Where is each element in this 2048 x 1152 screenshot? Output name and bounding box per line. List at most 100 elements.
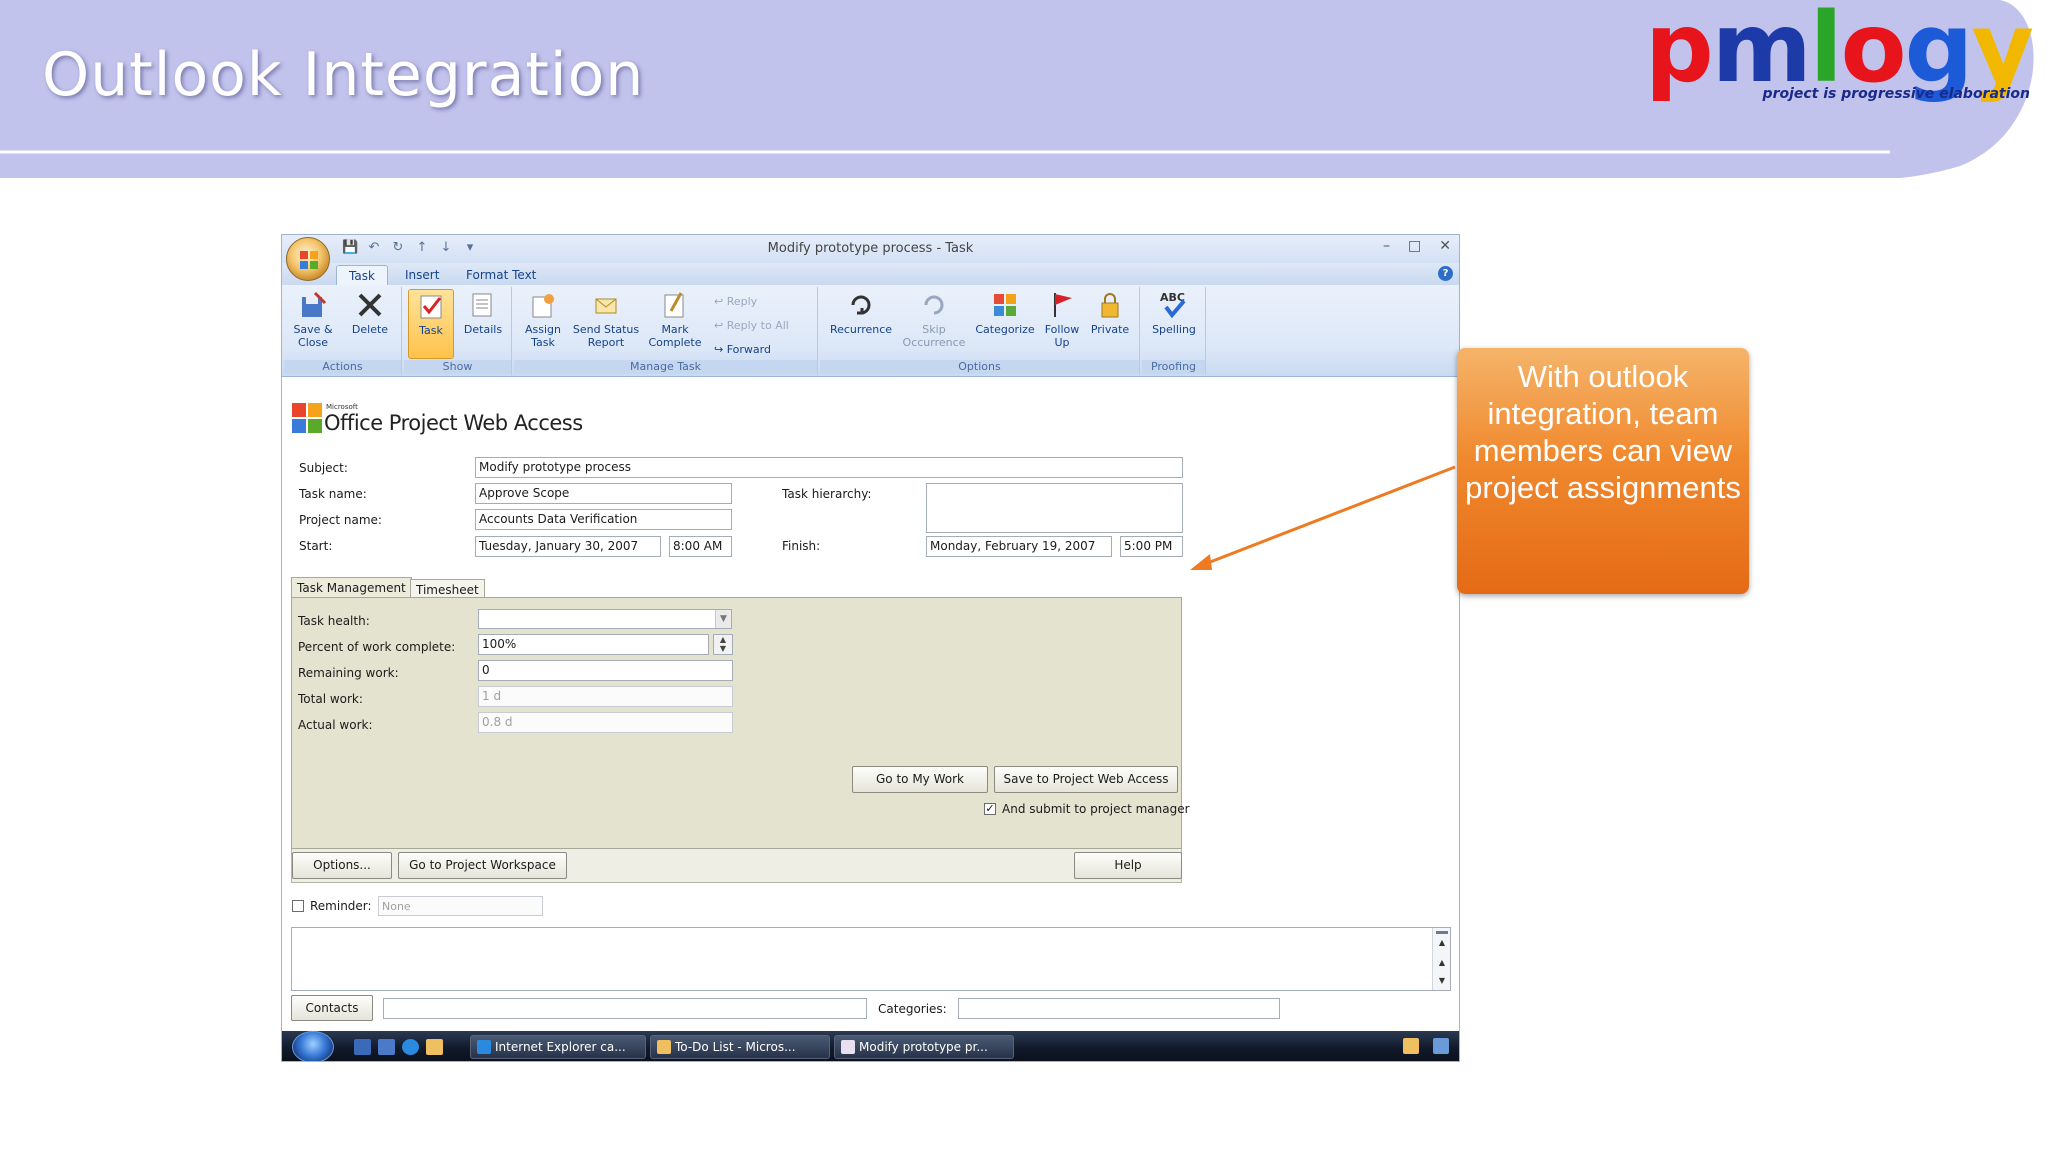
options-button[interactable]: Options... bbox=[292, 852, 392, 879]
show-task-label: Task bbox=[419, 324, 443, 337]
go-to-project-workspace-button[interactable]: Go to Project Workspace bbox=[398, 852, 567, 879]
maximize-icon[interactable]: □ bbox=[1408, 238, 1421, 254]
show-desktop-icon[interactable] bbox=[354, 1039, 371, 1055]
contacts-field[interactable] bbox=[383, 998, 867, 1019]
ribbon: Save & Close Delete Actions Task Details bbox=[282, 285, 1459, 377]
details-button[interactable]: Details bbox=[458, 289, 508, 336]
notes-scrollbar[interactable]: ▲ ▲ ▼ bbox=[1432, 928, 1450, 990]
go-to-my-work-button[interactable]: Go to My Work bbox=[852, 766, 988, 793]
task-small-icon bbox=[841, 1040, 855, 1054]
tab-insert[interactable]: Insert bbox=[393, 265, 451, 285]
windows-taskbar: Internet Explorer ca... To-Do List - Mic… bbox=[282, 1031, 1459, 1061]
reply-all-button[interactable]: ↩ Reply to All bbox=[714, 319, 789, 332]
scroll-down-icon[interactable]: ▼ bbox=[1433, 976, 1451, 985]
taskbar-item-label: Internet Explorer ca... bbox=[495, 1040, 626, 1054]
follow-up-button[interactable]: Follow Up bbox=[1038, 289, 1086, 349]
ribbon-tabs: Task Insert Format Text ? bbox=[282, 263, 1459, 285]
categorize-icon bbox=[994, 294, 1016, 316]
finish-date-field[interactable]: Monday, February 19, 2007 bbox=[926, 536, 1112, 557]
outlook-task-window: 💾 ↶ ↻ ↑ ↓ ▾ Modify prototype process - T… bbox=[281, 234, 1460, 1062]
tab-format-text[interactable]: Format Text bbox=[454, 265, 548, 285]
notes-area[interactable]: ▲ ▲ ▼ bbox=[291, 927, 1451, 991]
help-button[interactable]: Help bbox=[1074, 852, 1182, 879]
assign-task-button[interactable]: Assign Task bbox=[518, 289, 568, 349]
task-name-field[interactable]: Approve Scope bbox=[475, 483, 732, 504]
group-label-options: Options bbox=[820, 360, 1139, 374]
show-task-button[interactable]: Task bbox=[408, 289, 454, 359]
tab-task[interactable]: Task bbox=[336, 265, 388, 285]
delete-label: Delete bbox=[351, 323, 389, 336]
total-work-label: Total work: bbox=[298, 692, 363, 706]
help-icon[interactable]: ? bbox=[1438, 266, 1453, 281]
actual-work-field: 0.8 d bbox=[478, 712, 733, 733]
save-close-button[interactable]: Save & Close bbox=[288, 289, 338, 349]
taskbar-item-label: Modify prototype pr... bbox=[859, 1040, 988, 1054]
private-button[interactable]: Private bbox=[1086, 289, 1134, 336]
reminder-label: Reminder: bbox=[310, 899, 372, 913]
mark-complete-button[interactable]: Mark Complete bbox=[644, 289, 706, 349]
taskbar-item-todo[interactable]: To-Do List - Micros... bbox=[650, 1035, 830, 1059]
total-work-field: 1 d bbox=[478, 686, 733, 707]
percent-complete-field[interactable]: 100% bbox=[478, 634, 709, 655]
group-label-show: Show bbox=[404, 360, 511, 374]
task-hierarchy-field[interactable] bbox=[926, 483, 1183, 533]
taskbar-item-ie[interactable]: Internet Explorer ca... bbox=[470, 1035, 646, 1059]
task-health-select[interactable]: ▼ bbox=[478, 609, 732, 629]
close-icon[interactable]: ✕ bbox=[1439, 238, 1451, 254]
start-date-field[interactable]: Tuesday, January 30, 2007 bbox=[475, 536, 661, 557]
taskbar-item-task[interactable]: Modify prototype pr... bbox=[834, 1035, 1014, 1059]
slide: Outlook Integration pmlogy project is pr… bbox=[0, 0, 2048, 1152]
lock-icon bbox=[1101, 293, 1119, 318]
tab-task-management[interactable]: Task Management bbox=[291, 577, 412, 598]
assign-task-icon bbox=[532, 294, 554, 318]
office-project-logo-icon bbox=[292, 403, 322, 433]
scroll-up-icon[interactable]: ▲ bbox=[1433, 938, 1451, 947]
tray-outlook-icon[interactable] bbox=[1403, 1038, 1419, 1054]
recurrence-button[interactable]: Recurrence bbox=[826, 289, 896, 336]
project-name-label: Project name: bbox=[299, 513, 382, 527]
quick-launch bbox=[354, 1039, 443, 1055]
callout-box: With outlook integration, team members c… bbox=[1457, 348, 1749, 594]
spelling-button[interactable]: ABC Spelling bbox=[1148, 289, 1200, 336]
categories-field[interactable] bbox=[958, 998, 1280, 1019]
outlook-icon[interactable] bbox=[426, 1039, 443, 1055]
project-name-field[interactable]: Accounts Data Verification bbox=[475, 509, 732, 530]
callout-text: With outlook integration, team members c… bbox=[1465, 359, 1741, 505]
scroll-up2-icon[interactable]: ▲ bbox=[1433, 958, 1451, 967]
finish-time-field[interactable]: 5:00 PM bbox=[1120, 536, 1183, 557]
reply-button[interactable]: ↩ Reply bbox=[714, 295, 757, 308]
contacts-button[interactable]: Contacts bbox=[291, 995, 373, 1021]
start-time-field[interactable]: 8:00 AM bbox=[669, 536, 732, 557]
scroll-thumb[interactable] bbox=[1436, 931, 1448, 934]
send-status-report-button[interactable]: Send Status Report bbox=[570, 289, 642, 349]
assign-task-label: Assign Task bbox=[525, 323, 561, 349]
start-button[interactable] bbox=[292, 1031, 334, 1061]
minimize-icon[interactable]: – bbox=[1383, 238, 1390, 254]
group-manage-task: Assign Task Send Status Report Mark Comp… bbox=[514, 287, 818, 375]
window-controls: – □ ✕ bbox=[1383, 238, 1451, 254]
delete-button[interactable]: Delete bbox=[346, 289, 394, 336]
actual-work-label: Actual work: bbox=[298, 718, 373, 732]
office-button[interactable] bbox=[286, 237, 330, 281]
skip-occurrence-button[interactable]: Skip Occurrence bbox=[896, 289, 972, 349]
forward-button[interactable]: ↪ Forward bbox=[714, 343, 771, 356]
remaining-work-label: Remaining work: bbox=[298, 666, 399, 680]
outlook-small-icon bbox=[657, 1040, 671, 1054]
subject-field[interactable]: Modify prototype process bbox=[475, 457, 1183, 478]
tab-timesheet[interactable]: Timesheet bbox=[410, 579, 485, 598]
reminder-field[interactable]: None bbox=[378, 896, 543, 916]
pmlogy-logo: pmlogy project is progressive elaboratio… bbox=[1645, 0, 2040, 110]
remaining-work-field[interactable]: 0 bbox=[478, 660, 733, 681]
switch-windows-icon[interactable] bbox=[378, 1039, 395, 1055]
tray-network-icon[interactable] bbox=[1433, 1038, 1449, 1054]
percent-spinner[interactable]: ▲ ▼ bbox=[713, 634, 733, 655]
reminder-checkbox[interactable] bbox=[292, 900, 304, 912]
categories-label: Categories: bbox=[878, 1002, 947, 1016]
save-close-label: Save & Close bbox=[293, 323, 333, 349]
internet-explorer-icon[interactable] bbox=[402, 1039, 419, 1055]
categorize-button[interactable]: Categorize bbox=[972, 289, 1038, 336]
submit-checkbox[interactable]: ✓ bbox=[984, 803, 996, 815]
save-to-pwa-button[interactable]: Save to Project Web Access bbox=[994, 766, 1178, 793]
task-hierarchy-label: Task hierarchy: bbox=[782, 487, 872, 501]
logo-tagline: project is progressive elaboration bbox=[1762, 86, 2030, 102]
